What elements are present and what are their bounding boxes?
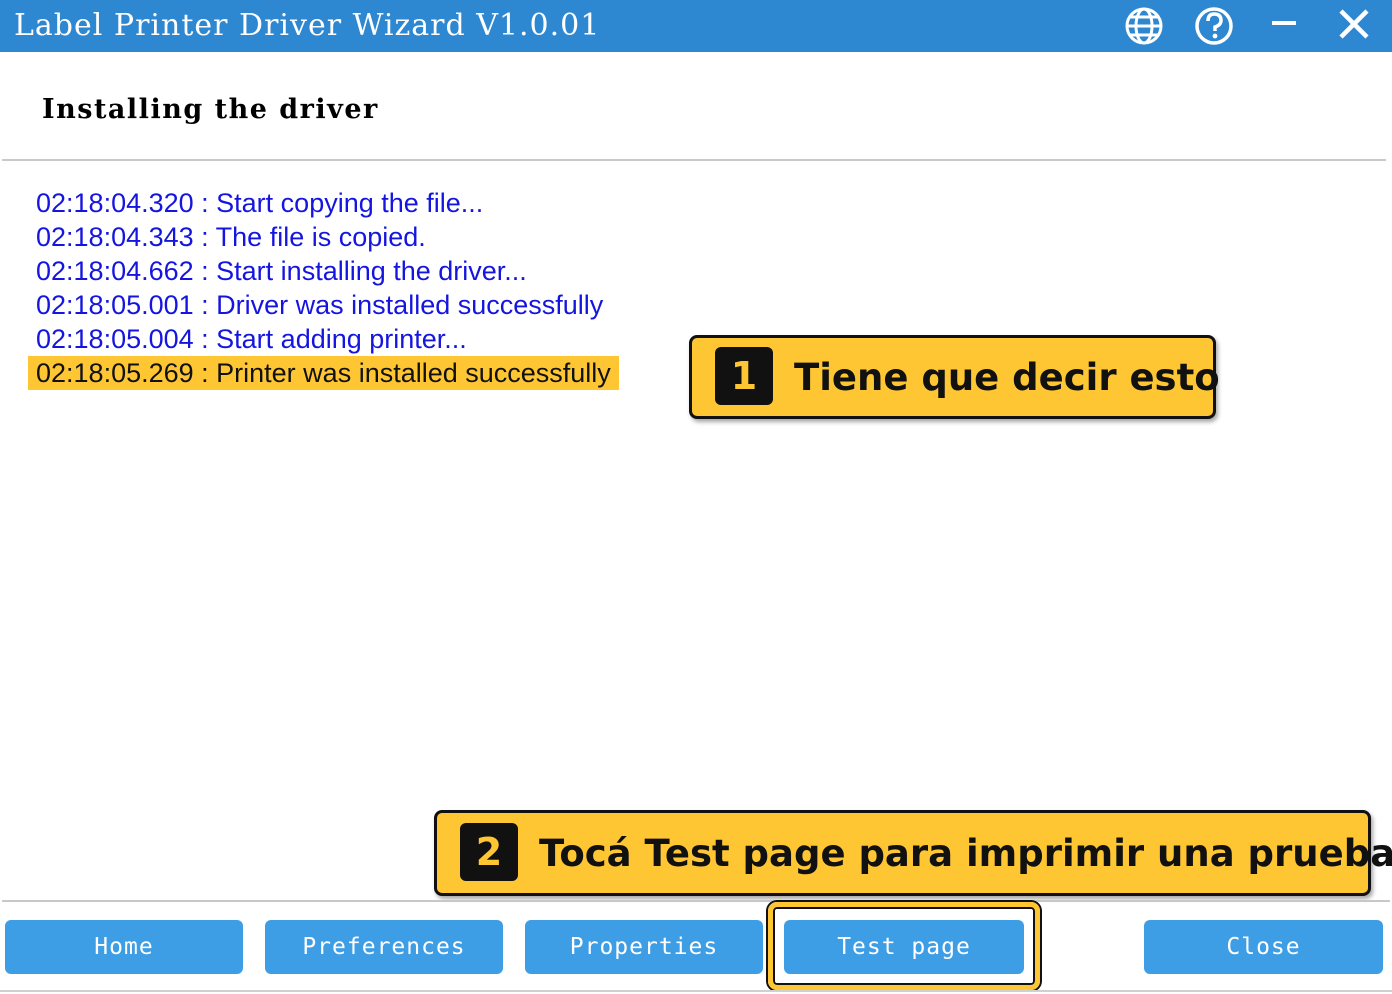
preferences-button[interactable]: Preferences — [265, 920, 503, 974]
close-button[interactable]: Close — [1144, 920, 1383, 974]
annotation-text: Tocá Test page para imprimir una prueba — [539, 832, 1392, 875]
window-title: Label Printer Driver Wizard V1.0.01 — [14, 8, 601, 43]
annotation-number-badge: 1 — [715, 347, 773, 405]
install-log: 02:18:04.320 : Start copying the file...… — [28, 186, 619, 390]
annotation-callout-2: 2 Tocá Test page para imprimir una prueb… — [434, 810, 1392, 896]
annotation-text: Tiene que decir esto — [794, 356, 1220, 399]
title-bar: Label Printer Driver Wizard V1.0.01 — [0, 0, 1392, 52]
log-line: 02:18:04.343 : The file is copied. — [36, 222, 426, 252]
page-heading: Installing the driver — [42, 94, 379, 125]
globe-icon[interactable] — [1122, 4, 1166, 48]
log-line: 02:18:05.001 : Driver was installed succ… — [36, 290, 604, 320]
properties-button[interactable]: Properties — [525, 920, 763, 974]
close-icon[interactable] — [1332, 4, 1376, 48]
log-line-highlighted: 02:18:05.269 : Printer was installed suc… — [28, 356, 619, 390]
log-line: 02:18:04.662 : Start installing the driv… — [36, 256, 527, 286]
log-line: 02:18:05.004 : Start adding printer... — [36, 324, 467, 354]
header-divider — [2, 159, 1386, 161]
annotation-number-badge: 2 — [460, 823, 518, 881]
bottom-border — [0, 990, 1392, 992]
footer-divider — [2, 900, 1390, 902]
log-line: 02:18:04.320 : Start copying the file... — [36, 188, 484, 218]
annotation-callout-1: 1 Tiene que decir esto — [689, 335, 1220, 419]
minimize-icon[interactable] — [1262, 4, 1306, 48]
home-button[interactable]: Home — [5, 920, 243, 974]
test-page-button[interactable]: Test page — [784, 920, 1024, 974]
help-icon[interactable] — [1192, 4, 1236, 48]
